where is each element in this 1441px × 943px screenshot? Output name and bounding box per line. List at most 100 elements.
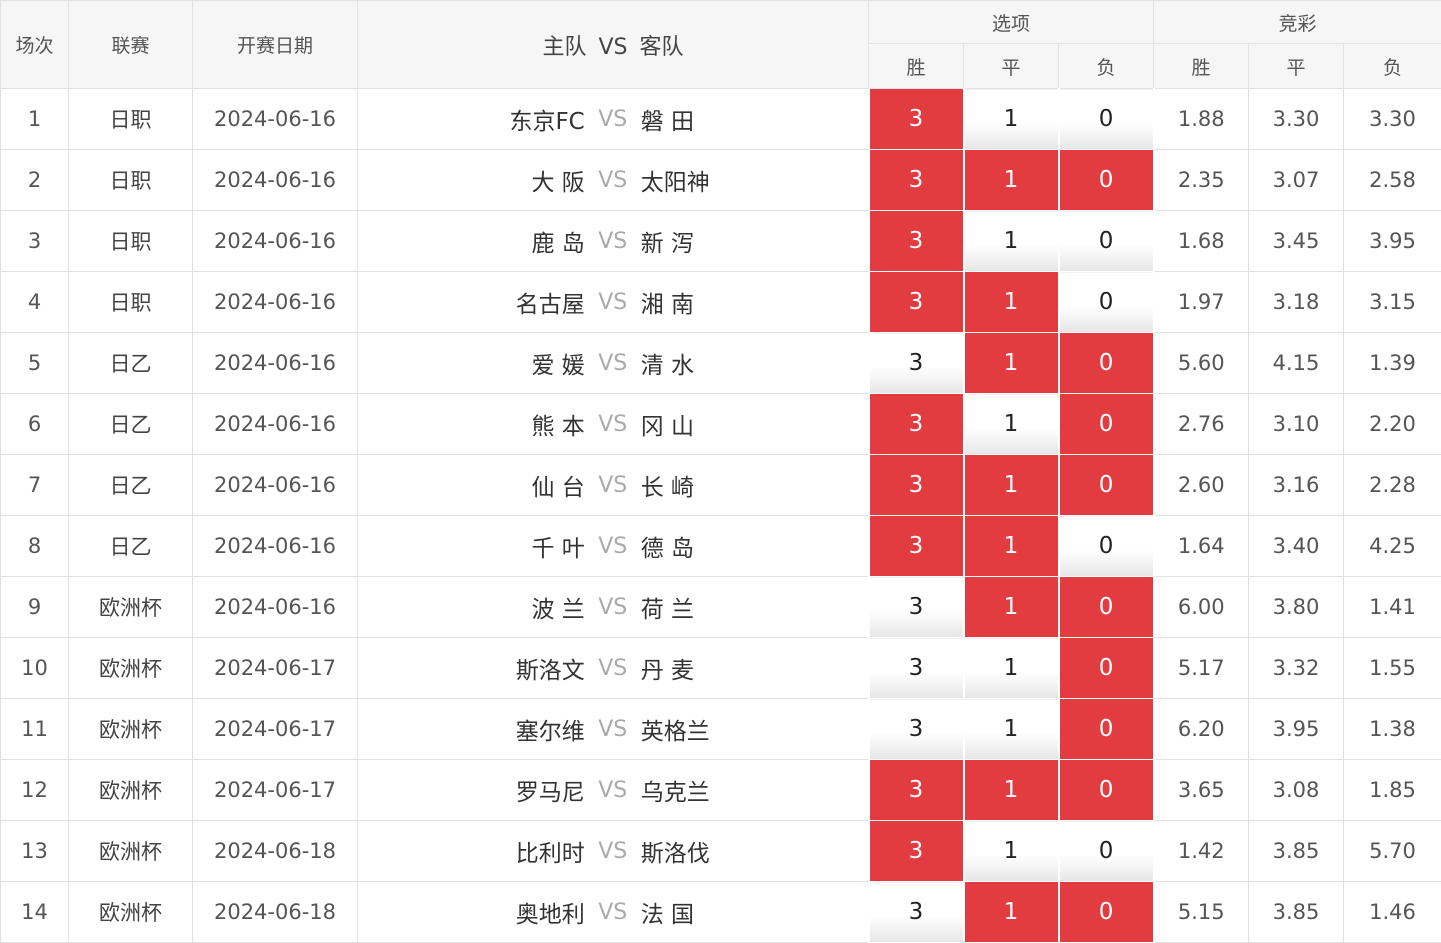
matchup: 斯洛文 VS 丹 麦 [357,637,869,699]
away-team: 丹 麦 [640,658,695,684]
matchup: 大 阪 VS 太阳神 [357,149,869,211]
option-draw[interactable]: 1 [962,820,1060,882]
option-loss[interactable]: 0 [1057,576,1155,638]
option-loss[interactable]: 0 [1057,88,1155,150]
option-draw[interactable]: 1 [962,881,1060,943]
option-draw[interactable]: 1 [962,393,1060,455]
option-draw[interactable]: 1 [962,271,1060,333]
option-win[interactable]: 3 [867,637,965,699]
matchup: 鹿 岛 VS 新 泻 [357,210,869,272]
odds-loss: 1.55 [1343,637,1441,699]
league-name: 日职 [68,149,193,211]
match-date: 2024-06-18 [192,820,358,882]
odds-win: 1.64 [1153,515,1250,577]
option-draw[interactable]: 1 [962,759,1060,821]
option-win[interactable]: 3 [867,88,965,150]
vs-label: VS [598,899,628,925]
table-row: 4 日职 2024-06-16 名古屋 VS 湘 南 3 1 0 1.97 3.… [0,271,1441,333]
option-win[interactable]: 3 [867,698,965,760]
header-home: 主队 [542,34,587,60]
table-row: 6 日乙 2024-06-16 熊 本 VS 冈 山 3 1 0 2.76 3.… [0,393,1441,455]
option-win[interactable]: 3 [867,393,965,455]
vs-label: VS [598,167,628,193]
option-loss[interactable]: 0 [1057,210,1155,272]
option-loss[interactable]: 0 [1057,149,1155,211]
league-name: 欧洲杯 [68,820,193,882]
home-team: 东京FC [509,109,585,135]
option-win[interactable]: 3 [867,149,965,211]
matchup: 名古屋 VS 湘 南 [357,271,869,333]
table-row: 10 欧洲杯 2024-06-17 斯洛文 VS 丹 麦 3 1 0 5.17 … [0,637,1441,699]
option-win[interactable]: 3 [867,332,965,394]
table-row: 8 日乙 2024-06-16 千 叶 VS 德 岛 3 1 0 1.64 3.… [0,515,1441,577]
header-odds-loss: 负 [1343,43,1441,89]
option-loss[interactable]: 0 [1057,515,1155,577]
away-team: 斯洛伐 [640,841,710,867]
option-draw[interactable]: 1 [962,515,1060,577]
match-date: 2024-06-16 [192,393,358,455]
match-date: 2024-06-18 [192,881,358,943]
away-team: 法 国 [640,902,695,928]
league-name: 日职 [68,88,193,150]
option-loss[interactable]: 0 [1057,759,1155,821]
option-loss[interactable]: 0 [1057,454,1155,516]
vs-label: VS [598,411,628,437]
round-number: 1 [0,88,69,150]
odds-loss: 2.28 [1343,454,1441,516]
table-row: 14 欧洲杯 2024-06-18 奥地利 VS 法 国 3 1 0 5.15 … [0,881,1441,943]
table-row: 1 日职 2024-06-16 东京FC VS 磐 田 3 1 0 1.88 3… [0,88,1441,150]
option-draw[interactable]: 1 [962,698,1060,760]
option-loss[interactable]: 0 [1057,637,1155,699]
away-team: 新 泻 [640,231,695,257]
odds-draw: 3.16 [1248,454,1345,516]
odds-draw: 3.80 [1248,576,1345,638]
option-loss[interactable]: 0 [1057,271,1155,333]
odds-win: 1.88 [1153,88,1250,150]
table-body: 1 日职 2024-06-16 东京FC VS 磐 田 3 1 0 1.88 3… [0,88,1441,943]
away-team: 长 崎 [640,475,695,501]
option-win[interactable]: 3 [867,576,965,638]
round-number: 2 [0,149,69,211]
matchup: 爱 媛 VS 清 水 [357,332,869,394]
vs-label: VS [598,716,628,742]
option-draw[interactable]: 1 [962,332,1060,394]
option-loss[interactable]: 0 [1057,698,1155,760]
odds-win: 6.20 [1153,698,1250,760]
option-draw[interactable]: 1 [962,576,1060,638]
round-number: 14 [0,881,69,943]
table-row: 13 欧洲杯 2024-06-18 比利时 VS 斯洛伐 3 1 0 1.42 … [0,820,1441,882]
option-draw[interactable]: 1 [962,149,1060,211]
option-loss[interactable]: 0 [1057,820,1155,882]
option-draw[interactable]: 1 [962,454,1060,516]
option-win[interactable]: 3 [867,515,965,577]
option-win[interactable]: 3 [867,210,965,272]
away-team: 冈 山 [640,414,695,440]
header-round: 场次 [0,0,69,89]
option-draw[interactable]: 1 [962,637,1060,699]
option-draw[interactable]: 1 [962,88,1060,150]
odds-draw: 3.18 [1248,271,1345,333]
away-team: 清 水 [640,353,695,379]
option-loss[interactable]: 0 [1057,881,1155,943]
league-name: 日乙 [68,515,193,577]
round-number: 3 [0,210,69,272]
table-row: 3 日职 2024-06-16 鹿 岛 VS 新 泻 3 1 0 1.68 3.… [0,210,1441,272]
option-win[interactable]: 3 [867,759,965,821]
league-name: 日乙 [68,393,193,455]
vs-label: VS [598,838,628,864]
option-win[interactable]: 3 [867,271,965,333]
away-team: 太阳神 [640,170,710,196]
home-team: 名古屋 [515,292,585,318]
option-loss[interactable]: 0 [1057,332,1155,394]
odds-win: 1.97 [1153,271,1250,333]
option-loss[interactable]: 0 [1057,393,1155,455]
matchup: 比利时 VS 斯洛伐 [357,820,869,882]
table-row: 9 欧洲杯 2024-06-16 波 兰 VS 荷 兰 3 1 0 6.00 3… [0,576,1441,638]
option-draw[interactable]: 1 [962,210,1060,272]
odds-draw: 3.08 [1248,759,1345,821]
option-win[interactable]: 3 [867,454,965,516]
odds-loss: 3.30 [1343,88,1441,150]
option-win[interactable]: 3 [867,881,965,943]
option-win[interactable]: 3 [867,820,965,882]
matchup: 奥地利 VS 法 国 [357,881,869,943]
